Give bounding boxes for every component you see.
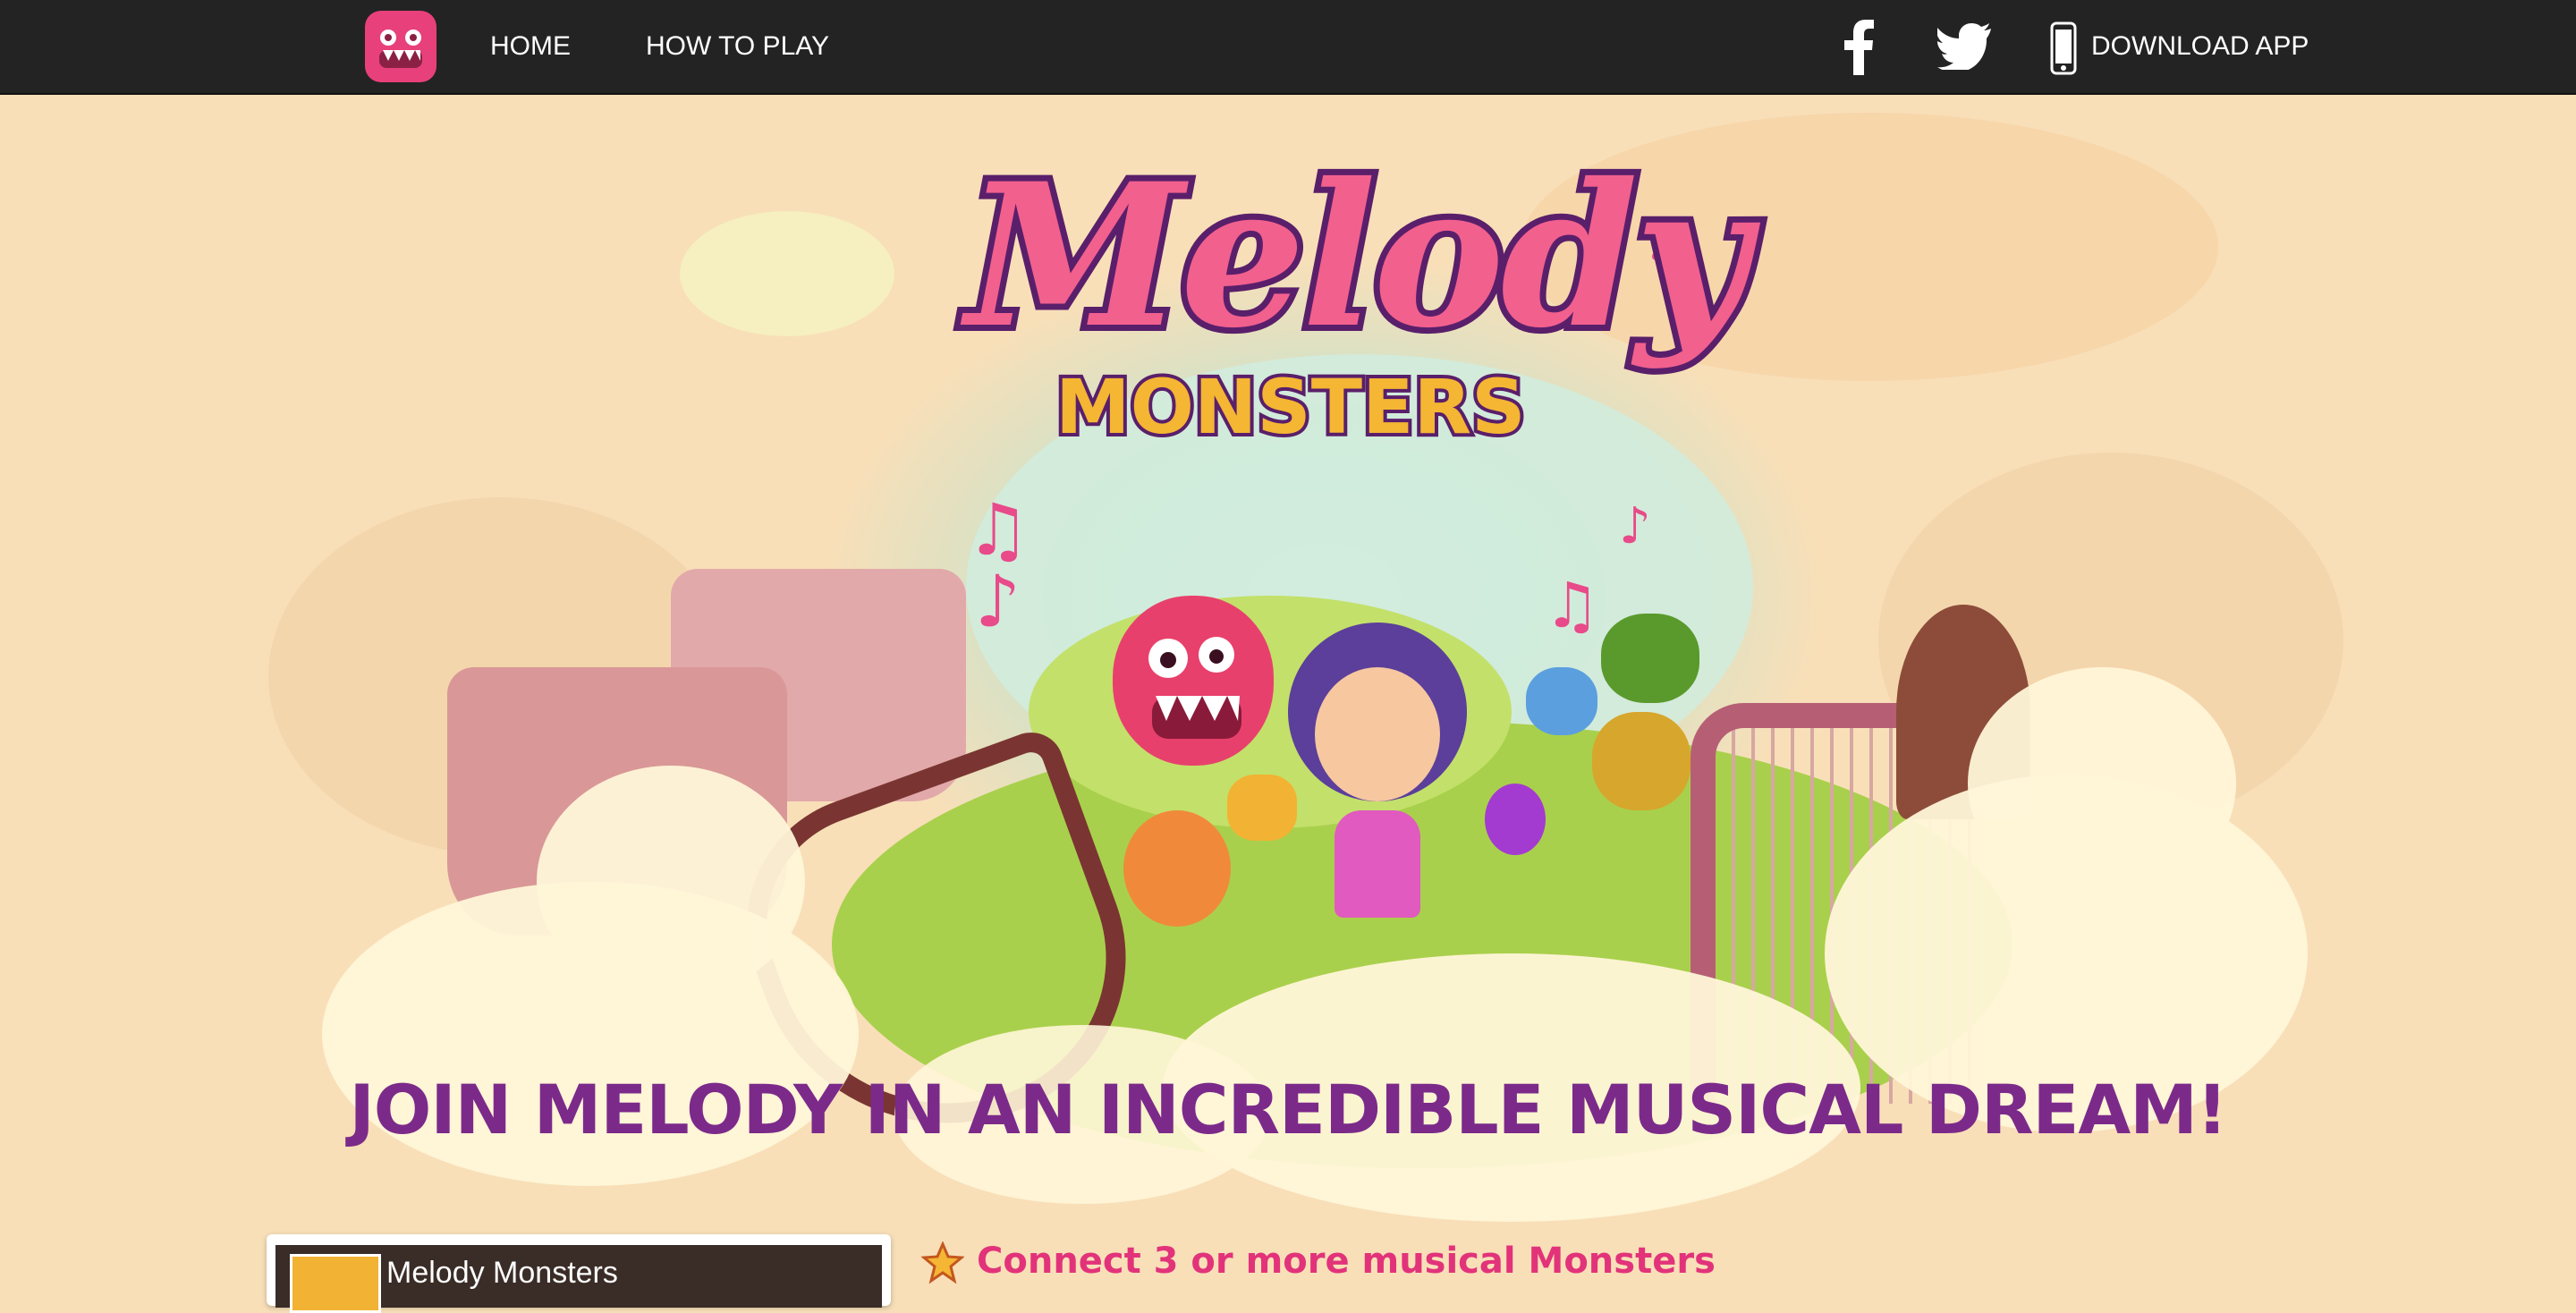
gold-monster	[1592, 712, 1690, 810]
feature-text: Connect 3 or more musical Monsters	[977, 1241, 1716, 1282]
nav-home-link[interactable]: HOME	[490, 27, 571, 66]
download-app-link[interactable]: DOWNLOAD APP	[2091, 27, 2309, 66]
blue-monster	[1526, 667, 1597, 735]
app-logo-icon[interactable]	[365, 11, 436, 82]
green-monster	[1601, 614, 1699, 703]
game-logo: Melody MONSTERS	[894, 104, 1755, 533]
star-icon	[920, 1241, 965, 1284]
game-logo-subtitle: MONSTERS	[1052, 360, 1530, 454]
nav-how-to-play-link[interactable]: HOW TO PLAY	[646, 27, 829, 66]
cloud-bg	[680, 211, 894, 336]
video-title[interactable]: Melody Monsters	[386, 1256, 618, 1291]
video-player[interactable]: Melody Monsters	[267, 1234, 891, 1313]
melody-character	[1279, 614, 1476, 989]
hero-headline: JOIN MELODY IN AN INCREDIBLE MUSICAL DRE…	[349, 1070, 2227, 1149]
twitter-icon[interactable]	[1936, 23, 1991, 74]
cloud-fg	[1968, 667, 2236, 900]
facebook-icon[interactable]	[1843, 20, 1875, 80]
video-frame[interactable]: Melody Monsters	[275, 1245, 882, 1313]
phone-icon	[2050, 21, 2077, 80]
orange-monster	[1123, 810, 1231, 927]
game-logo-title: Melody	[960, 133, 1755, 377]
cloud-fg	[537, 766, 805, 998]
purple-monster	[1485, 784, 1546, 855]
pink-monster	[1113, 596, 1274, 766]
video-channel-avatar	[290, 1254, 381, 1313]
top-navbar: HOME HOW TO PLAY DOWNLOAD APP	[0, 0, 2576, 95]
music-note-icon: ♪	[975, 560, 1021, 643]
music-note-icon: ♫	[1544, 569, 1600, 642]
feature-item: Connect 3 or more musical Monsters	[920, 1234, 1716, 1288]
